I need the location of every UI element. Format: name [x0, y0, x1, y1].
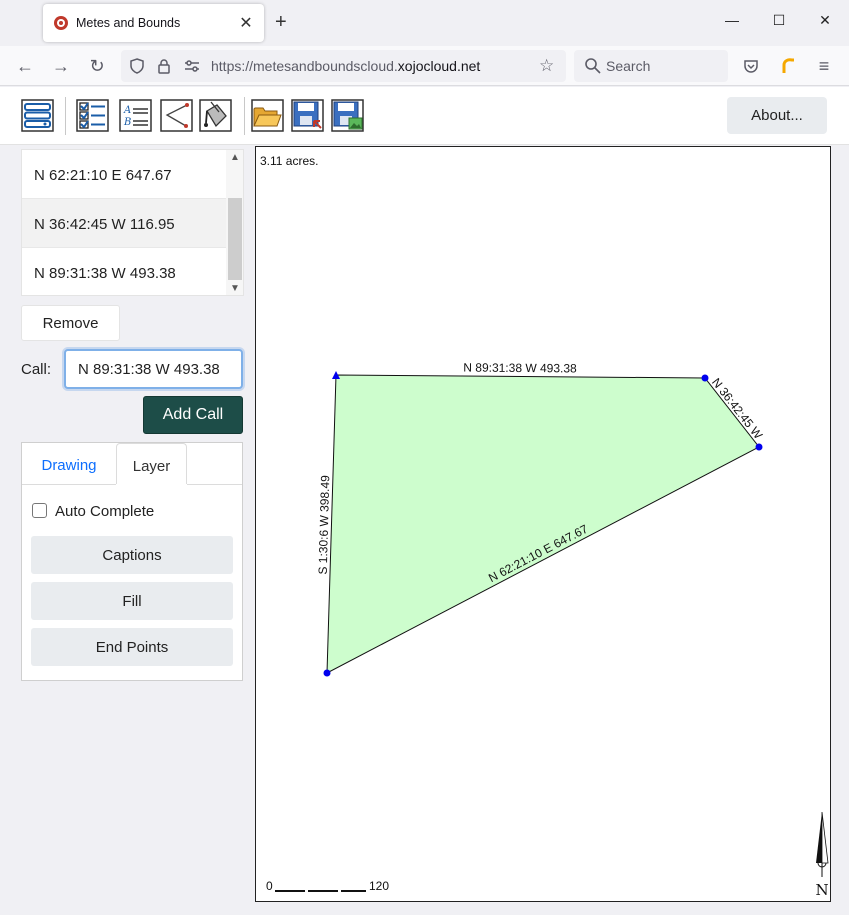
new-tab-icon[interactable]: + — [275, 11, 287, 33]
auto-complete-checkbox[interactable] — [32, 503, 47, 518]
url-text[interactable]: https://metesandboundscloud.xojocloud.ne… — [211, 58, 480, 74]
browser-titlebar: Metes and Bounds ✕ + — ☐ ✕ — [0, 0, 849, 46]
scroll-down-icon[interactable]: ▼ — [226, 283, 243, 294]
search-icon — [585, 58, 601, 74]
maximize-icon[interactable]: ☐ — [769, 12, 789, 29]
settings-tab-panel: Drawing Layer Auto Complete Captions Fil… — [21, 442, 243, 681]
pocket-icon[interactable] — [743, 58, 759, 74]
auto-complete-label[interactable]: Auto Complete — [55, 503, 154, 520]
back-icon[interactable]: ← — [15, 56, 35, 76]
menu-icon[interactable]: ≡ — [814, 56, 834, 76]
layers-icon[interactable] — [21, 99, 54, 132]
scale-end-label: 120 — [369, 879, 389, 893]
call-list-item[interactable]: N 89:31:38 W 493.38 — [22, 248, 226, 295]
svg-text:A: A — [123, 105, 131, 116]
forward-icon[interactable]: → — [51, 56, 71, 76]
call-list-item[interactable]: N 36:42:45 W 116.95 — [22, 199, 226, 248]
svg-text:B: B — [123, 117, 131, 128]
captions-button[interactable]: Captions — [31, 536, 233, 574]
remove-button[interactable]: Remove — [21, 305, 120, 341]
end-point[interactable] — [755, 443, 763, 451]
toolbar-separator — [65, 97, 66, 135]
tab-layer[interactable]: Layer — [116, 443, 187, 485]
window-close-icon[interactable]: ✕ — [815, 12, 835, 29]
tab-title: Metes and Bounds — [76, 16, 181, 30]
call-list-scrollbar[interactable]: ▲ ▼ — [226, 150, 243, 295]
plot-svg: N 89:31:38 W 493.38 N 36:42:45 W N 62:21… — [266, 361, 829, 899]
shield-icon[interactable] — [130, 58, 144, 74]
end-points-button[interactable]: End Points — [31, 628, 233, 666]
call-field-label: Call: — [21, 361, 52, 378]
reload-icon[interactable]: ↻ — [87, 56, 107, 76]
browser-navbar: ← → ↻ https://metesandboundscloud.xojocl… — [0, 46, 849, 86]
save-export-icon[interactable] — [291, 99, 324, 132]
paint-bucket-icon[interactable] — [199, 99, 232, 132]
app-area: A B About... N 62:21:10 E 647.67 N 36:42… — [0, 87, 849, 915]
call-list-item[interactable]: N 62:21:10 E 647.67 — [22, 150, 226, 199]
address-bar[interactable]: https://metesandboundscloud.xojocloud.ne… — [121, 50, 566, 82]
drawing-canvas[interactable]: 3.11 acres. N 89:31:38 W 493.38 N 36:42:… — [255, 146, 831, 902]
url-host: xojocloud.net — [397, 58, 481, 74]
search-placeholder: Search — [606, 58, 651, 74]
scroll-thumb[interactable] — [228, 198, 242, 280]
end-point[interactable] — [701, 374, 709, 382]
search-box[interactable]: Search — [574, 50, 728, 82]
scale-start-label: 0 — [266, 879, 273, 893]
permissions-icon[interactable] — [184, 59, 200, 73]
edge-label-left: S 1:30:6 W 398.49 — [316, 475, 333, 575]
line-segment-icon[interactable] — [160, 99, 193, 132]
call-list[interactable]: N 62:21:10 E 647.67 N 36:42:45 W 116.95 … — [21, 149, 244, 296]
parcel-polygon — [326, 374, 760, 674]
open-folder-icon[interactable] — [251, 99, 284, 132]
bookmark-star-icon[interactable]: ☆ — [539, 56, 554, 76]
edge-label-top: N 89:31:38 W 493.38 — [463, 361, 577, 376]
close-tab-icon[interactable]: ✕ — [234, 13, 258, 33]
fill-button[interactable]: Fill — [31, 582, 233, 620]
minimize-icon[interactable]: — — [722, 12, 742, 28]
extension-icon[interactable] — [780, 57, 798, 75]
browser-tab[interactable]: Metes and Bounds ✕ — [43, 4, 264, 42]
toolbar-separator — [244, 97, 245, 135]
scroll-up-icon[interactable]: ▲ — [226, 152, 243, 163]
add-call-button[interactable]: Add Call — [143, 396, 243, 434]
ab-list-icon[interactable]: A B — [119, 99, 152, 132]
about-button[interactable]: About... — [727, 97, 827, 134]
north-label: N — [815, 881, 828, 899]
tab-drawing[interactable]: Drawing — [22, 443, 116, 484]
checklist-icon[interactable] — [76, 99, 109, 132]
end-point[interactable] — [323, 669, 331, 677]
active-tab-gap — [116, 484, 187, 485]
call-input[interactable] — [64, 349, 243, 389]
url-prefix: https://metesandboundscloud. — [211, 58, 398, 74]
north-arrow-icon — [816, 811, 829, 877]
app-toolbar: A B About... — [0, 87, 849, 145]
save-image-icon[interactable] — [331, 99, 364, 132]
lock-icon[interactable] — [158, 58, 170, 74]
app-favicon-icon — [54, 16, 68, 30]
